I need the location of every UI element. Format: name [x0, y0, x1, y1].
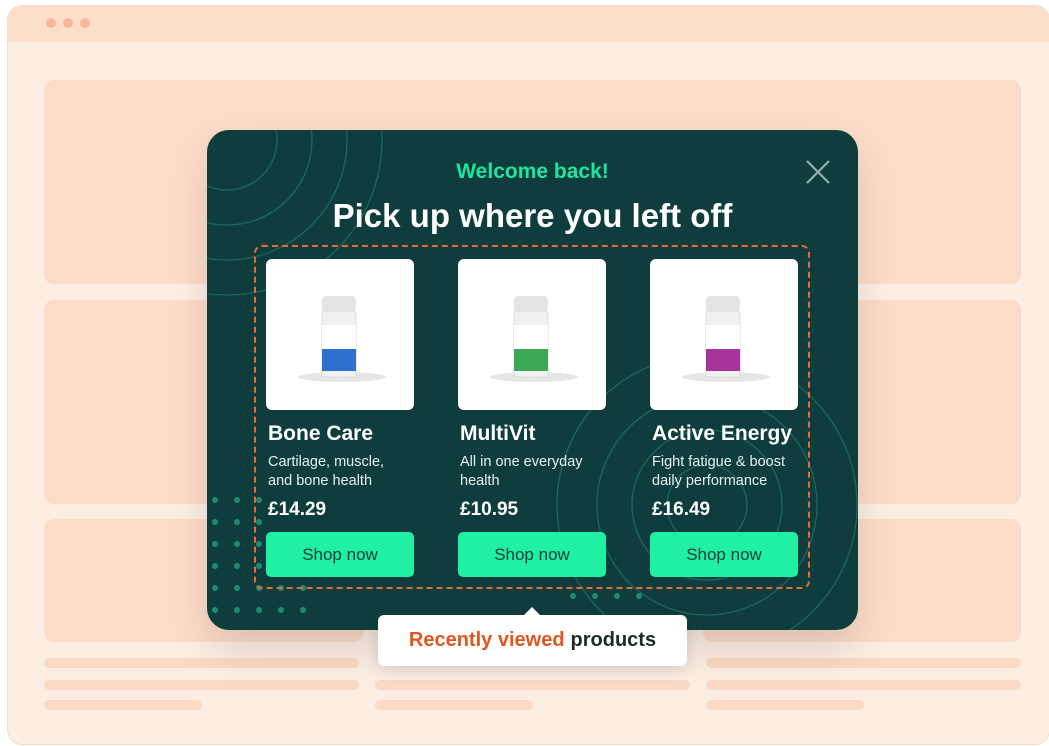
title-bar: [8, 6, 1049, 42]
product-description: Cartilage, muscle, and bone health: [268, 453, 420, 491]
bottle-label: [514, 349, 548, 371]
product-price: £14.29: [268, 499, 327, 520]
bottle-label: [706, 349, 740, 371]
placeholder-line: [375, 680, 690, 690]
supplement-bottle-icon: [490, 296, 578, 382]
product-name[interactable]: Bone Care: [268, 422, 373, 446]
placeholder-line: [44, 700, 202, 710]
close-button[interactable]: [804, 158, 832, 186]
window-dot-icon[interactable]: [80, 18, 90, 28]
window-dot-icon[interactable]: [63, 18, 73, 28]
placeholder-line: [706, 700, 864, 710]
placeholder-line: [375, 700, 533, 710]
recently-viewed-callout: Recently viewed products: [378, 607, 687, 666]
shop-now-button[interactable]: Shop now: [650, 532, 798, 577]
description-line: daily performance: [652, 473, 768, 489]
supplement-bottle-icon: [682, 296, 770, 382]
placeholder-line: [44, 680, 359, 690]
description-line: Fight fatigue & boost: [652, 454, 785, 470]
product-name[interactable]: Active Energy: [652, 422, 792, 446]
product-description: All in one everyday health: [460, 453, 612, 491]
shop-now-button[interactable]: Shop now: [458, 532, 606, 577]
placeholder-line: [44, 658, 359, 668]
product-image[interactable]: [266, 259, 414, 410]
callout-caret: [523, 607, 541, 616]
welcome-text: Welcome back!: [456, 160, 609, 183]
welcome-back-popup: Welcome back! Pick up where you left off…: [207, 130, 858, 630]
product-card: MultiVit All in one everyday health £10.…: [458, 259, 606, 577]
description-line: Cartilage, muscle,: [268, 454, 385, 470]
product-card: Active Energy Fight fatigue & boost dail…: [650, 259, 798, 577]
close-icon: [806, 160, 830, 184]
product-price: £16.49: [652, 499, 711, 520]
description-line: and bone health: [268, 473, 373, 489]
description-line: health: [460, 473, 500, 489]
placeholder-line: [706, 658, 1021, 668]
product-price: £10.95: [460, 499, 519, 520]
product-image[interactable]: [458, 259, 606, 410]
placeholder-line: [706, 680, 1021, 690]
supplement-bottle-icon: [298, 296, 386, 382]
product-card: Bone Care Cartilage, muscle, and bone he…: [266, 259, 414, 577]
window-dot-icon[interactable]: [46, 18, 56, 28]
popup-headline: Pick up where you left off: [332, 197, 733, 234]
bottle-label: [322, 349, 356, 371]
description-line: All in one everyday: [460, 454, 583, 470]
shop-now-button[interactable]: Shop now: [266, 532, 414, 577]
product-image[interactable]: [650, 259, 798, 410]
product-name[interactable]: MultiVit: [460, 422, 535, 446]
callout-text: products: [570, 629, 657, 651]
callout-accent-text: Recently viewed: [408, 629, 565, 651]
product-description: Fight fatigue & boost daily performance: [652, 453, 804, 491]
